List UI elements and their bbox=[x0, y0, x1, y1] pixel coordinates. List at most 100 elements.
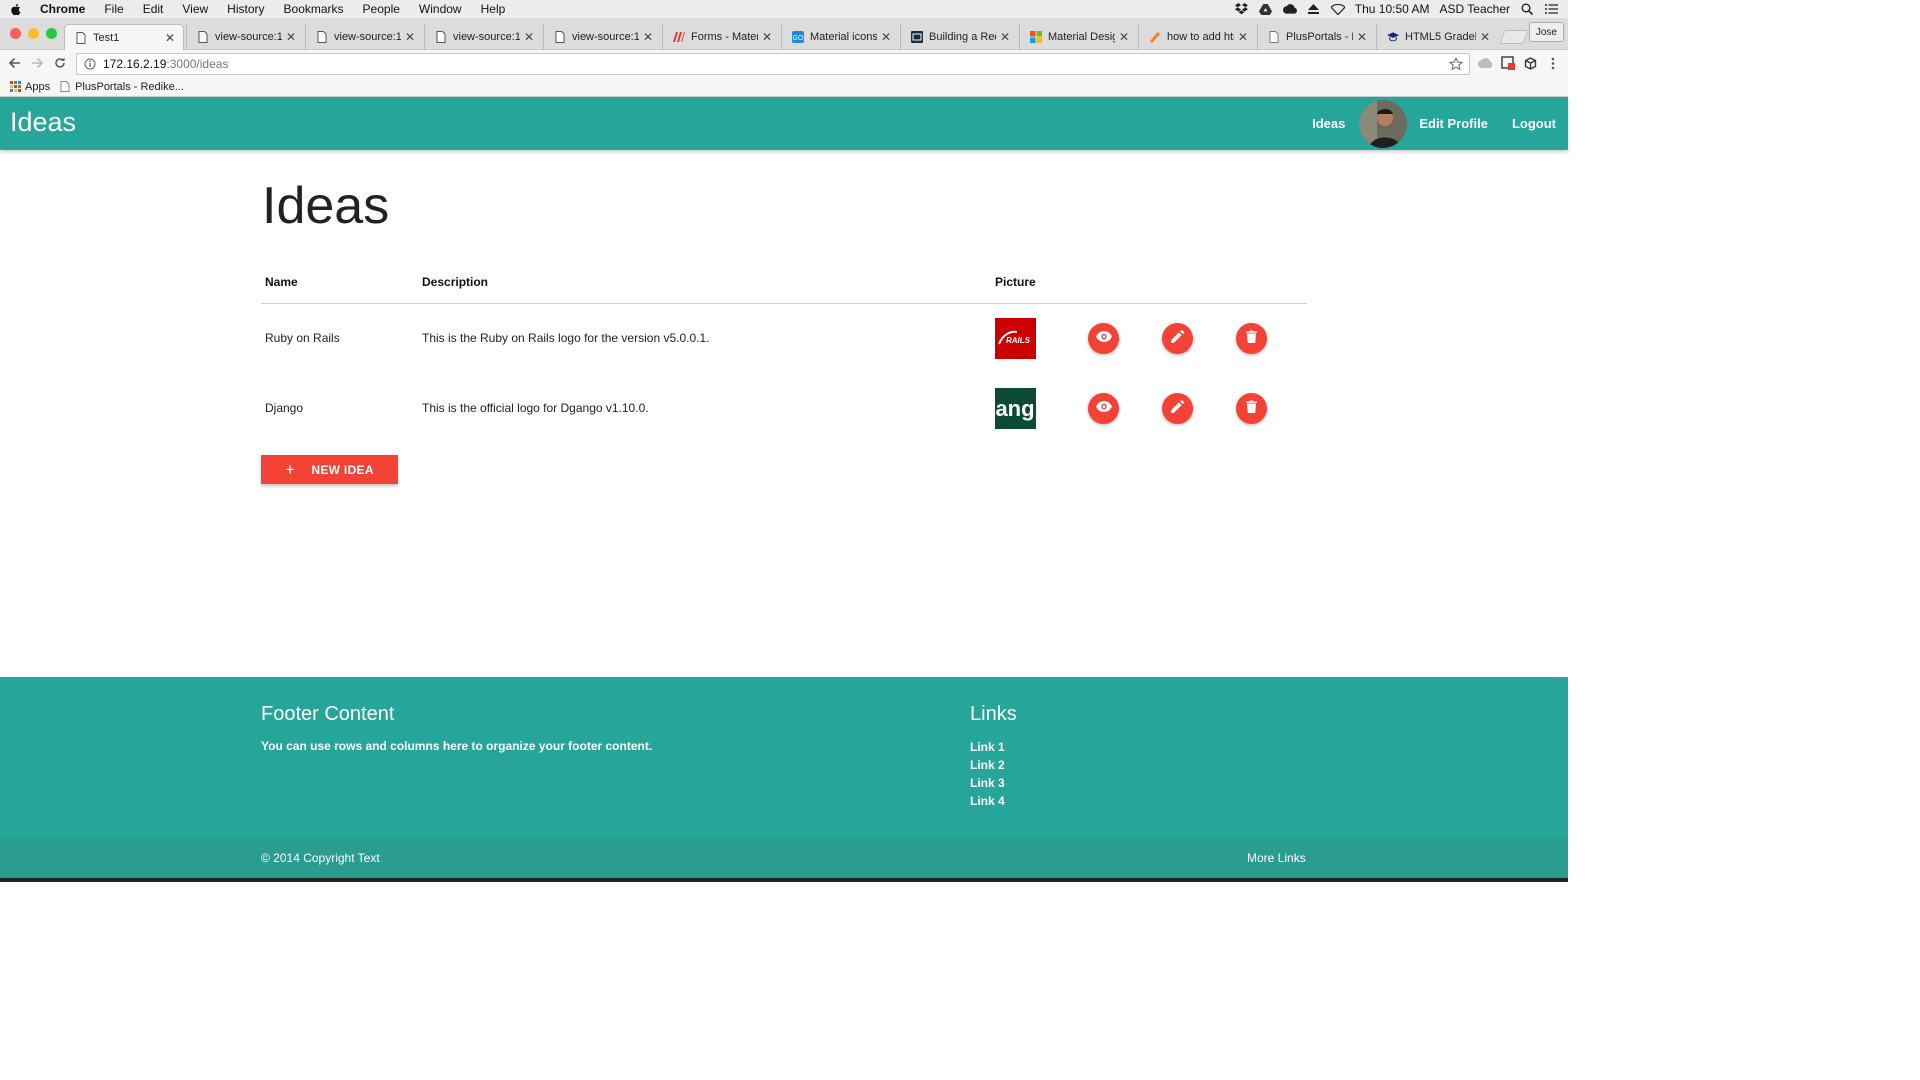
close-tab-icon[interactable]: ✕ bbox=[165, 31, 175, 45]
eject-icon[interactable] bbox=[1307, 3, 1321, 15]
tab-how-to-add-html[interactable]: how to add htm ✕ bbox=[1138, 24, 1256, 50]
tab-material-design[interactable]: Material Design ✕ bbox=[1019, 24, 1137, 50]
tab-title: view-source:17 bbox=[572, 31, 639, 43]
menu-help[interactable]: Help bbox=[481, 2, 506, 16]
close-tab-icon[interactable]: ✕ bbox=[405, 30, 415, 44]
close-window-button[interactable] bbox=[10, 28, 21, 39]
menu-file[interactable]: File bbox=[104, 2, 123, 16]
brand-logo[interactable]: Ideas bbox=[10, 107, 76, 138]
tab-view-source-3[interactable]: view-source:17 ✕ bbox=[424, 24, 542, 50]
close-tab-icon[interactable]: ✕ bbox=[881, 30, 891, 44]
menu-window[interactable]: Window bbox=[419, 2, 462, 16]
bookmark-apps[interactable]: Apps bbox=[10, 81, 50, 93]
idea-description: This is the official logo for Dgango v1.… bbox=[422, 401, 649, 415]
wifi-icon[interactable] bbox=[1330, 3, 1345, 15]
clock[interactable]: Thu 10:50 AM bbox=[1355, 2, 1430, 16]
cube-extension-icon[interactable] bbox=[1523, 56, 1537, 70]
tab-view-source-4[interactable]: view-source:17 ✕ bbox=[543, 24, 661, 50]
trash-icon bbox=[1246, 400, 1257, 416]
new-tab-button[interactable] bbox=[1499, 30, 1529, 44]
close-tab-icon[interactable]: ✕ bbox=[286, 30, 296, 44]
notification-center-icon[interactable] bbox=[1544, 3, 1558, 15]
rails-logo-text: RAILS bbox=[1006, 336, 1031, 345]
close-tab-icon[interactable]: ✕ bbox=[1480, 30, 1490, 44]
footer-copyright-bar: © 2014 Copyright Text More Links bbox=[0, 838, 1568, 878]
close-tab-icon[interactable]: ✕ bbox=[1000, 30, 1010, 44]
nav-logout-link[interactable]: Logout bbox=[1500, 116, 1568, 131]
tab-title: how to add htm bbox=[1167, 31, 1234, 43]
site-info-icon[interactable] bbox=[83, 57, 97, 71]
minimize-window-button[interactable] bbox=[28, 28, 39, 39]
close-tab-icon[interactable]: ✕ bbox=[524, 30, 534, 44]
delete-button[interactable] bbox=[1236, 322, 1267, 354]
tab-plusportals[interactable]: PlusPortals - Re ✕ bbox=[1257, 24, 1375, 50]
close-tab-icon[interactable]: ✕ bbox=[643, 30, 653, 44]
avatar[interactable] bbox=[1359, 99, 1408, 148]
google-drive-icon[interactable] bbox=[1259, 3, 1273, 15]
spotlight-icon[interactable] bbox=[1520, 3, 1534, 15]
edit-button[interactable] bbox=[1162, 322, 1193, 354]
reload-icon[interactable] bbox=[52, 55, 68, 71]
cloud-extension-icon[interactable] bbox=[1478, 56, 1492, 70]
menu-view[interactable]: View bbox=[182, 2, 208, 16]
table-row: Ruby on Rails This is the Ruby on Rails … bbox=[261, 303, 1307, 373]
menu-bookmarks[interactable]: Bookmarks bbox=[284, 2, 344, 16]
table-header-row: Name Description Picture bbox=[261, 261, 1307, 304]
idea-name: Django bbox=[265, 401, 304, 415]
url-path: :3000/ideas bbox=[166, 57, 229, 71]
apple-icon[interactable] bbox=[10, 3, 22, 16]
nav-links: Ideas Edit Profile Logout bbox=[1300, 97, 1568, 150]
page-title: Ideas bbox=[262, 177, 390, 235]
video-icon bbox=[911, 31, 923, 43]
delete-button[interactable] bbox=[1236, 392, 1267, 424]
footer-link-4[interactable]: Link 4 bbox=[970, 792, 1005, 810]
page-icon bbox=[316, 31, 328, 43]
menu-people[interactable]: People bbox=[363, 2, 400, 16]
close-tab-icon[interactable]: ✕ bbox=[1119, 30, 1129, 44]
page-icon bbox=[60, 81, 71, 92]
close-tab-icon[interactable]: ✕ bbox=[762, 30, 772, 44]
show-button[interactable] bbox=[1088, 322, 1119, 354]
dropbox-icon[interactable] bbox=[1235, 3, 1249, 15]
address-bar[interactable]: 172.16.2.19:3000/ideas bbox=[76, 53, 1470, 75]
profile-button[interactable]: Jose bbox=[1528, 22, 1564, 42]
footer-links-heading: Links bbox=[970, 703, 1017, 725]
new-idea-button[interactable]: + NEW IDEA bbox=[261, 455, 398, 484]
tab-html5-gradebook[interactable]: HTML5 Gradebo ✕ bbox=[1376, 24, 1498, 50]
bookmark-star-icon[interactable] bbox=[1448, 56, 1464, 71]
chrome-menu-icon[interactable] bbox=[1546, 56, 1560, 70]
cloud-icon[interactable] bbox=[1282, 3, 1297, 15]
new-idea-label: NEW IDEA bbox=[311, 462, 374, 477]
zoom-window-button[interactable] bbox=[46, 28, 57, 39]
menu-edit[interactable]: Edit bbox=[143, 2, 164, 16]
user-name[interactable]: ASD Teacher bbox=[1440, 2, 1510, 16]
tab-view-source-2[interactable]: view-source:17 ✕ bbox=[305, 24, 423, 50]
show-cell bbox=[1084, 303, 1158, 373]
bookmark-plusportals[interactable]: PlusPortals - Redike... bbox=[60, 81, 184, 93]
tab-material-icons[interactable]: GO Material icons - ✕ bbox=[781, 24, 899, 50]
calendar-extension-icon[interactable] bbox=[1501, 56, 1515, 70]
tab-forms-materialize[interactable]: Forms - Materia ✕ bbox=[662, 24, 780, 50]
column-header-edit bbox=[1158, 261, 1232, 304]
edit-button[interactable] bbox=[1162, 392, 1193, 424]
menu-history[interactable]: History bbox=[227, 2, 264, 16]
tab-test1[interactable]: Test1 ✕ bbox=[64, 24, 184, 50]
footer-link-2[interactable]: Link 2 bbox=[970, 756, 1005, 774]
close-tab-icon[interactable]: ✕ bbox=[1238, 30, 1248, 44]
close-tab-icon[interactable]: ✕ bbox=[1357, 30, 1367, 44]
nav-edit-profile-link[interactable]: Edit Profile bbox=[1407, 116, 1500, 131]
forward-icon[interactable] bbox=[29, 55, 45, 71]
tab-title: view-source:17 bbox=[334, 31, 401, 43]
nav-ideas-link[interactable]: Ideas bbox=[1300, 116, 1357, 131]
show-button[interactable] bbox=[1088, 392, 1119, 424]
back-icon[interactable] bbox=[6, 55, 22, 71]
more-links-link[interactable]: More Links bbox=[1247, 851, 1306, 865]
django-logo-thumbnail: ang bbox=[995, 387, 1036, 429]
footer-link-1[interactable]: Link 1 bbox=[970, 738, 1005, 756]
tab-building-reddit[interactable]: Building a Redd ✕ bbox=[900, 24, 1018, 50]
tab-view-source-1[interactable]: view-source:17 ✕ bbox=[186, 24, 304, 50]
table-row: Django This is the official logo for Dga… bbox=[261, 373, 1307, 443]
macos-menu-bar: Chrome File Edit View History Bookmarks … bbox=[0, 0, 1568, 18]
footer-link-3[interactable]: Link 3 bbox=[970, 774, 1005, 792]
menu-chrome[interactable]: Chrome bbox=[40, 2, 85, 16]
